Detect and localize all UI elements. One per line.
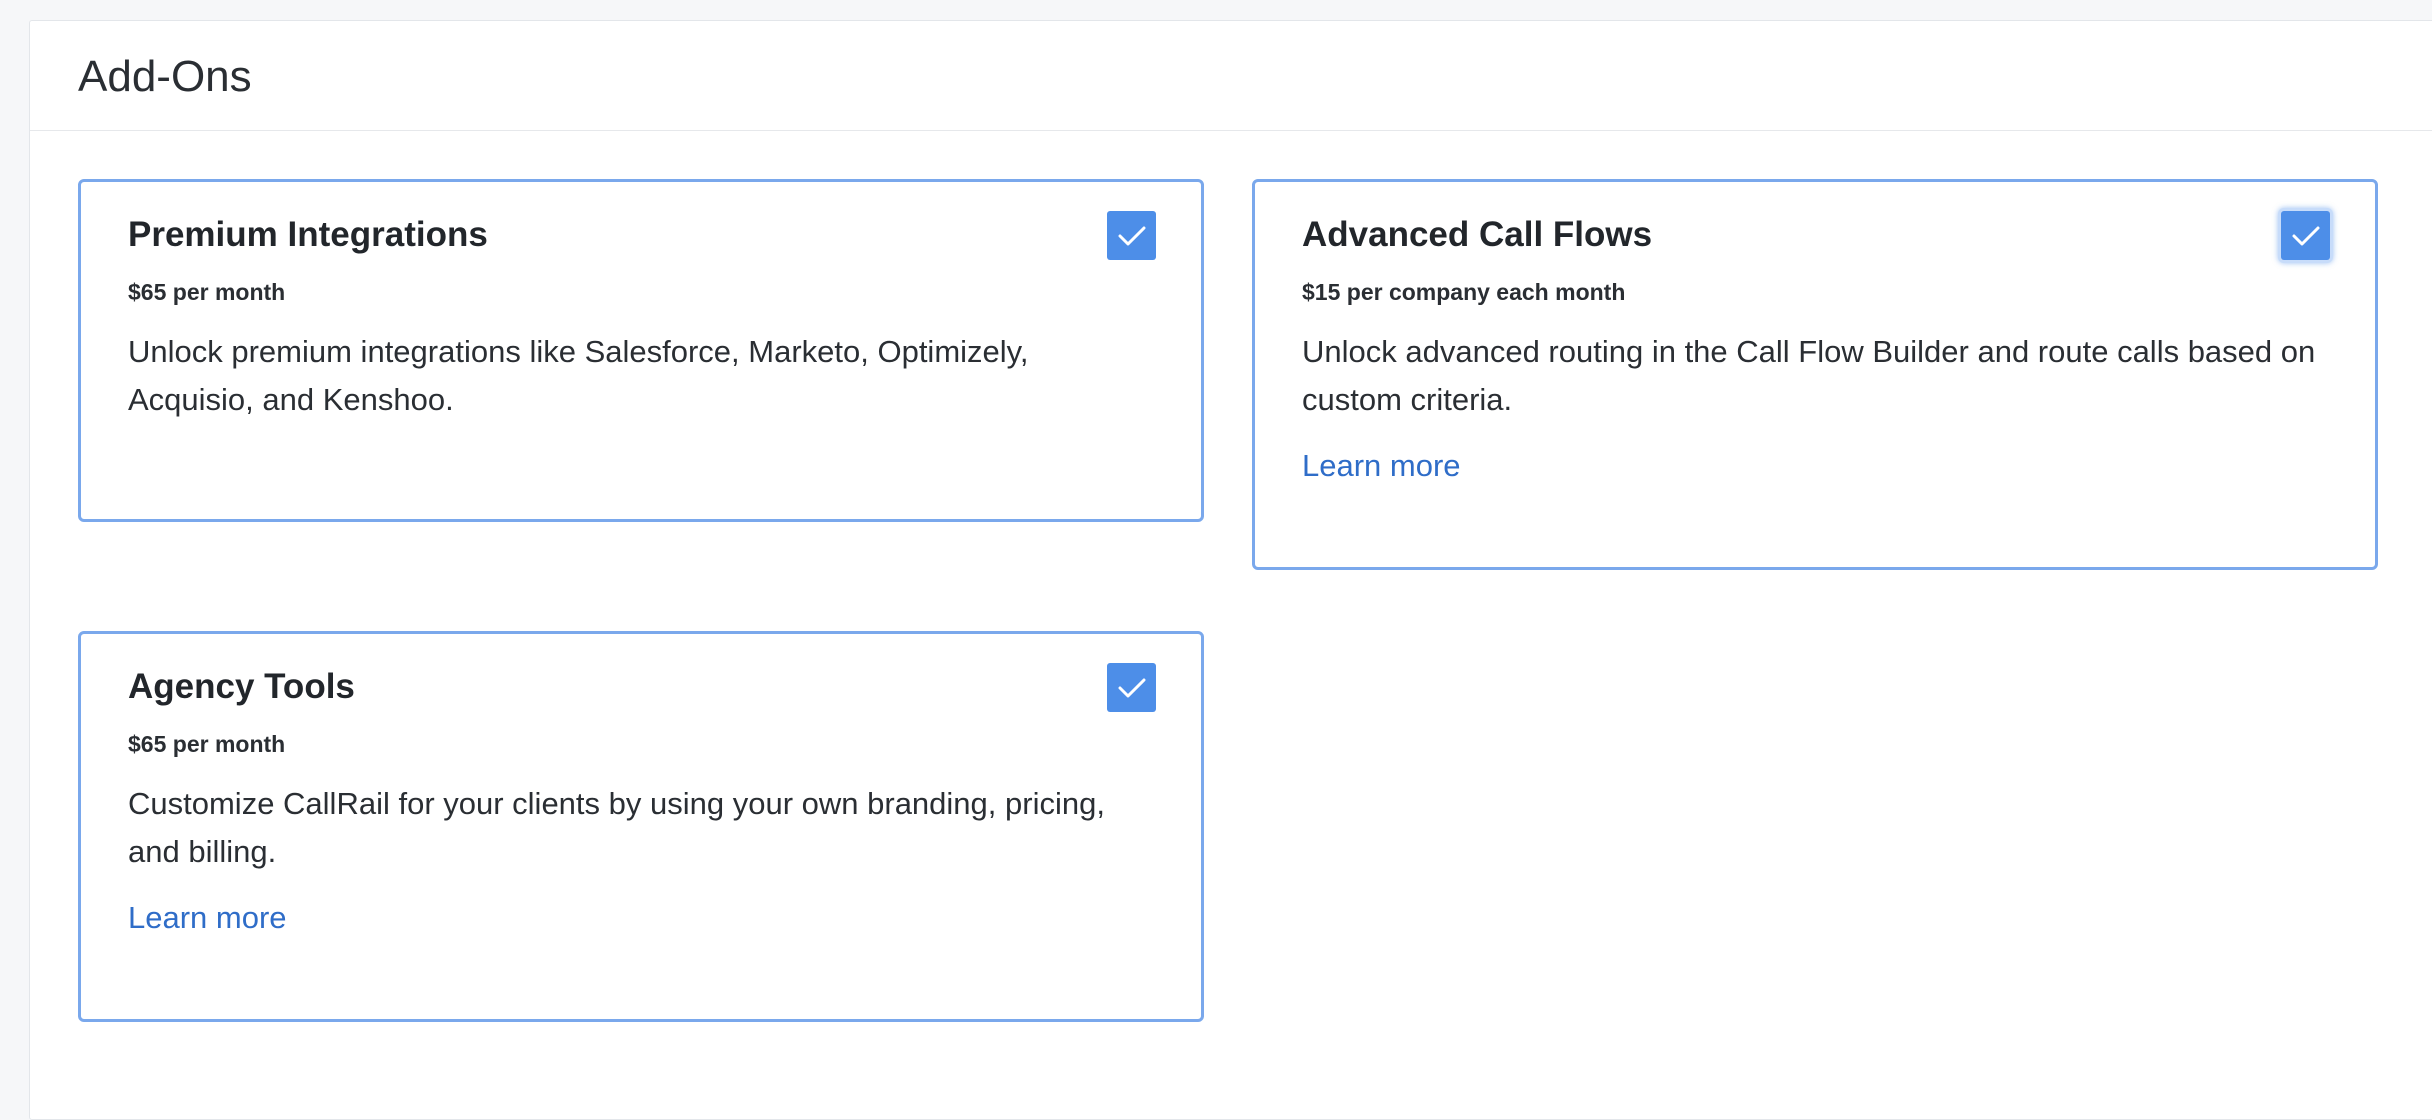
addon-checkbox-agency-tools[interactable] — [1107, 663, 1156, 712]
addon-name: Premium Integrations — [128, 215, 488, 254]
addon-checkbox-premium-integrations[interactable] — [1107, 211, 1156, 260]
addon-description: Unlock premium integrations like Salesfo… — [128, 334, 1029, 417]
addon-price: $15 per company each month — [1302, 279, 1626, 305]
addon-checkbox-advanced-call-flows[interactable] — [2281, 211, 2330, 260]
addon-card-advanced-call-flows: Advanced Call Flows $15 per company each… — [1252, 179, 2378, 570]
addon-card-premium-integrations: Premium Integrations $65 per month Unloc… — [78, 179, 1204, 522]
addon-description: Unlock advanced routing in the Call Flow… — [1302, 334, 2316, 417]
addon-name: Advanced Call Flows — [1302, 215, 1653, 254]
panel-header: Add-Ons — [30, 21, 2432, 131]
addon-card-agency-tools: Agency Tools $65 per month Customize Cal… — [78, 631, 1204, 1022]
check-icon — [2292, 226, 2319, 245]
learn-more-link[interactable]: Learn more — [128, 898, 287, 938]
add-ons-panel: Add-Ons Premium Integrations $65 per mon… — [29, 20, 2432, 1120]
panel-title: Add-Ons — [78, 52, 252, 101]
addon-name: Agency Tools — [128, 667, 355, 706]
check-icon — [1118, 226, 1145, 245]
addon-price: $65 per month — [128, 279, 286, 305]
check-icon — [1118, 678, 1145, 697]
addon-description: Customize CallRail for your clients by u… — [128, 786, 1105, 869]
learn-more-link[interactable]: Learn more — [1302, 446, 1461, 486]
addon-price: $65 per month — [128, 731, 286, 757]
